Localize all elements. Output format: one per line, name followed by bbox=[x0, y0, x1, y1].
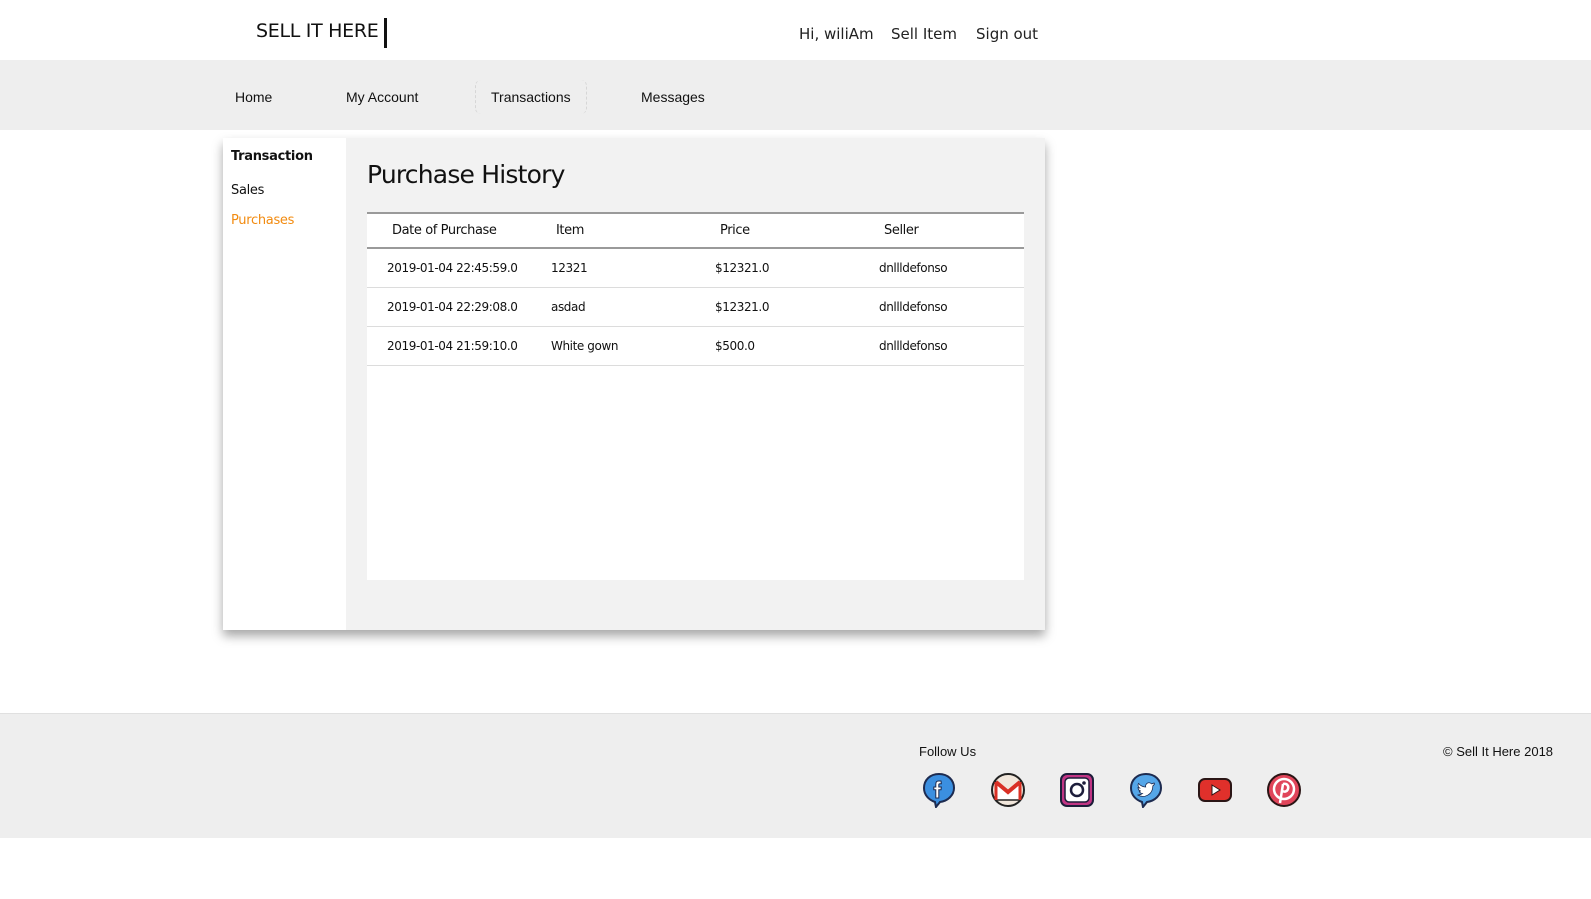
cell-seller: dnllldefonso bbox=[859, 287, 1024, 327]
cell-price: $12321.0 bbox=[695, 287, 859, 327]
column-header-date: Date of Purchase bbox=[392, 223, 497, 238]
table-row[interactable]: 2019-01-04 21:59:10.0 White gown $500.0 … bbox=[367, 326, 1024, 366]
cell-item: 12321 bbox=[531, 248, 695, 288]
cell-item: asdad bbox=[531, 287, 695, 327]
purchase-history-table: Date of Purchase Item Price Seller 2019-… bbox=[367, 212, 1024, 366]
table-row[interactable]: 2019-01-04 22:45:59.0 12321 $12321.0 dnl… bbox=[367, 248, 1024, 288]
transactions-card: Transaction Sales Purchases Purchase His… bbox=[223, 138, 1045, 630]
top-header: SELL IT HERE Hi, wiliAm Sell Item Sign o… bbox=[0, 0, 1591, 60]
cell-price: $500.0 bbox=[695, 326, 859, 366]
cell-seller: dnllldefonso bbox=[859, 326, 1024, 366]
instagram-icon[interactable] bbox=[1059, 772, 1095, 808]
sidebar-item-purchases[interactable]: Purchases bbox=[231, 213, 294, 228]
cell-item: White gown bbox=[531, 326, 695, 366]
twitter-icon[interactable] bbox=[1128, 772, 1164, 810]
column-header-price: Price bbox=[720, 223, 750, 238]
nav-item-home[interactable]: Home bbox=[235, 89, 272, 105]
cell-seller: dnllldefonso bbox=[859, 248, 1024, 288]
nav-item-transactions[interactable]: Transactions bbox=[491, 89, 571, 105]
cell-price: $12321.0 bbox=[695, 248, 859, 288]
follow-us-label: Follow Us bbox=[919, 744, 977, 759]
sidebar-title: Transaction bbox=[231, 149, 313, 164]
page-title: Purchase History bbox=[367, 160, 565, 189]
column-header-seller: Seller bbox=[884, 223, 919, 238]
copyright-text: © Sell It Here 2018 bbox=[1443, 744, 1554, 759]
sell-item-link[interactable]: Sell Item bbox=[891, 25, 957, 43]
user-greeting: Hi, wiliAm bbox=[799, 25, 874, 43]
youtube-icon[interactable] bbox=[1197, 772, 1233, 808]
sign-out-link[interactable]: Sign out bbox=[976, 25, 1038, 43]
nav-item-messages[interactable]: Messages bbox=[641, 89, 705, 105]
cell-date: 2019-01-04 22:29:08.0 bbox=[367, 287, 531, 327]
brand-divider bbox=[384, 18, 387, 48]
pinterest-icon[interactable] bbox=[1266, 772, 1302, 808]
gmail-icon[interactable] bbox=[990, 772, 1026, 808]
purchase-history-panel: Date of Purchase Item Price Seller 2019-… bbox=[367, 212, 1024, 580]
sidebar-item-sales[interactable]: Sales bbox=[231, 183, 264, 198]
table-row[interactable]: 2019-01-04 22:29:08.0 asdad $12321.0 dnl… bbox=[367, 287, 1024, 327]
footer bbox=[0, 713, 1591, 838]
table-header-row: Date of Purchase Item Price Seller bbox=[367, 213, 1024, 248]
transaction-sidebar: Transaction Sales Purchases bbox=[223, 138, 346, 630]
cell-date: 2019-01-04 21:59:10.0 bbox=[367, 326, 531, 366]
facebook-icon[interactable] bbox=[921, 772, 957, 810]
brand-logo[interactable]: SELL IT HERE bbox=[256, 20, 379, 42]
cell-date: 2019-01-04 22:45:59.0 bbox=[367, 248, 531, 288]
nav-item-my-account[interactable]: My Account bbox=[346, 89, 418, 105]
column-header-item: Item bbox=[556, 223, 584, 238]
